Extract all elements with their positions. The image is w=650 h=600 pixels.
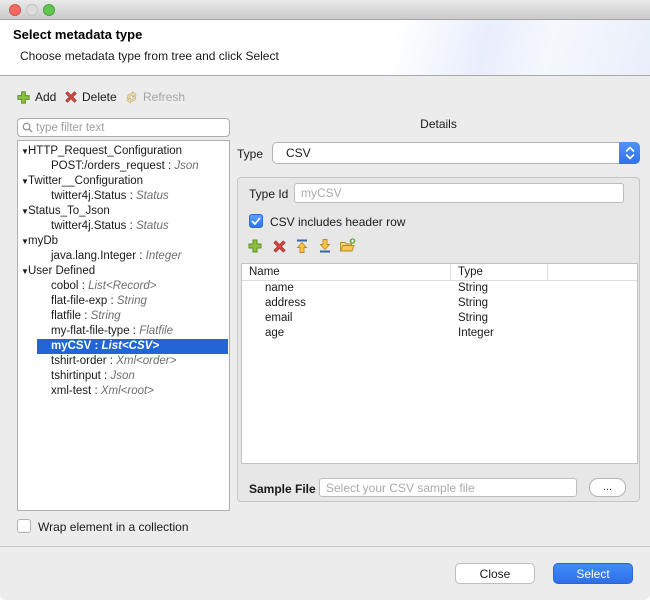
- disclosure-triangle-icon[interactable]: ▼: [20, 204, 30, 219]
- field-name-cell: address: [242, 296, 450, 311]
- sample-file-input[interactable]: [319, 478, 577, 497]
- delete-button-label: Delete: [82, 90, 117, 104]
- wrap-collection-checkbox[interactable]: [17, 519, 31, 533]
- filter-field: [17, 118, 230, 137]
- move-top-icon: [294, 238, 310, 254]
- wrap-collection-label: Wrap element in a collection: [38, 520, 189, 534]
- select-button[interactable]: Select: [553, 563, 633, 584]
- tree-item[interactable]: ▼xml-test : Xml<root>: [18, 384, 229, 399]
- dialog-header: Select metadata type Choose metadata typ…: [0, 20, 650, 76]
- fields-table-header: Name Type: [242, 264, 637, 281]
- move-field-up-button[interactable]: [293, 237, 311, 255]
- field-name-cell: age: [242, 326, 450, 341]
- column-header-name[interactable]: Name: [242, 266, 450, 278]
- titlebar: [0, 0, 650, 20]
- tree-item[interactable]: ▼cobol : List<Record>: [18, 279, 229, 294]
- type-id-input[interactable]: [294, 183, 624, 203]
- browse-button[interactable]: ...: [589, 478, 626, 497]
- refresh-button-disabled[interactable]: Refresh: [124, 88, 185, 106]
- type-id-label: Type Id: [249, 187, 288, 201]
- tree-item[interactable]: ▼HTTP_Request_Configuration :: [18, 144, 229, 159]
- tree-item[interactable]: ▼java.lang.Integer : Integer: [18, 249, 229, 264]
- disclosure-triangle-icon[interactable]: ▼: [20, 144, 30, 159]
- disclosure-triangle-icon[interactable]: ▼: [20, 264, 30, 279]
- tree-item[interactable]: ▼Status_To_Json :: [18, 204, 229, 219]
- type-label: Type: [237, 147, 263, 161]
- csv-details-groupbox: Type Id CSV includes header row: [237, 177, 640, 502]
- close-button[interactable]: Close: [455, 563, 535, 584]
- type-combobox[interactable]: CSV: [272, 142, 640, 164]
- add-field-button[interactable]: [246, 237, 264, 255]
- search-icon: [22, 122, 33, 133]
- close-window-button[interactable]: [9, 4, 21, 16]
- disclosure-triangle-icon[interactable]: ▼: [20, 234, 30, 249]
- field-name-cell: email: [242, 311, 450, 326]
- table-row[interactable]: name String: [242, 281, 637, 296]
- column-header-type[interactable]: Type: [450, 264, 547, 280]
- tree-item[interactable]: ▼User Defined :: [18, 264, 229, 279]
- check-icon: [250, 215, 262, 227]
- add-icon: [247, 238, 263, 254]
- tree-item[interactable]: ▼flat-file-exp : String: [18, 294, 229, 309]
- tree-item[interactable]: ▼tshirt-order : Xml<order>: [18, 354, 229, 369]
- refresh-icon: [124, 90, 139, 105]
- delete-icon: [64, 90, 78, 104]
- move-field-down-button[interactable]: [316, 237, 334, 255]
- zoom-window-button[interactable]: [43, 4, 55, 16]
- tree-item[interactable]: ▼tshirtinput : Json: [18, 369, 229, 384]
- csv-header-row-label: CSV includes header row: [270, 215, 405, 229]
- refresh-button-label: Refresh: [143, 90, 185, 104]
- fields-table-body: name String address String email String …: [242, 281, 637, 341]
- field-name-cell: name: [242, 281, 450, 296]
- field-type-cell: String: [450, 296, 547, 311]
- tree-item[interactable]: ▼POST:/orders_request : Json: [18, 159, 229, 174]
- delete-icon: [272, 239, 287, 254]
- field-type-cell: String: [450, 281, 547, 296]
- add-button-label: Add: [35, 90, 56, 104]
- metadata-tree[interactable]: ▼HTTP_Request_Configuration : ▼POST:/ord…: [17, 140, 230, 511]
- disclosure-triangle-icon[interactable]: ▼: [20, 174, 30, 189]
- chevron-up-down-icon: [624, 145, 636, 161]
- column-header-extra: [547, 264, 637, 280]
- footer-separator: [0, 546, 650, 547]
- type-combobox-value: CSV: [273, 146, 311, 160]
- folder-plus-icon: [339, 238, 356, 254]
- details-title: Details: [237, 117, 640, 131]
- table-row[interactable]: age Integer: [242, 326, 637, 341]
- field-type-cell: String: [450, 311, 547, 326]
- filter-input[interactable]: [36, 122, 225, 134]
- fields-table: Name Type name String address String ema…: [241, 263, 638, 464]
- table-row[interactable]: email String: [242, 311, 637, 326]
- dialog-subtitle: Choose metadata type from tree and click…: [20, 49, 279, 63]
- tree-item[interactable]: ▼myDb :: [18, 234, 229, 249]
- tree-item[interactable]: ▼myCSV : List<CSV>: [18, 339, 229, 354]
- add-icon: [16, 90, 31, 105]
- import-sample-button[interactable]: [338, 237, 356, 255]
- sample-file-label: Sample File: [249, 482, 316, 496]
- delete-button[interactable]: Delete: [64, 88, 117, 106]
- tree-item[interactable]: ▼twitter4j.Status : Status: [18, 219, 229, 234]
- field-type-cell: Integer: [450, 326, 547, 341]
- dialog-title: Select metadata type: [13, 27, 142, 42]
- minimize-window-button[interactable]: [26, 4, 38, 16]
- csv-header-row-checkbox[interactable]: [249, 214, 263, 228]
- tree-item[interactable]: ▼twitter4j.Status : Status: [18, 189, 229, 204]
- tree-item[interactable]: ▼Twitter__Configuration :: [18, 174, 229, 189]
- combobox-stepper[interactable]: [619, 142, 640, 164]
- delete-field-button[interactable]: [270, 237, 288, 255]
- move-bottom-icon: [317, 238, 333, 254]
- add-button[interactable]: Add: [16, 88, 56, 106]
- tree-item[interactable]: ▼my-flat-file-type : Flatfile: [18, 324, 229, 339]
- select-metadata-dialog: Select metadata type Choose metadata typ…: [0, 0, 650, 600]
- tree-item[interactable]: ▼flatfile : String: [18, 309, 229, 324]
- table-row[interactable]: address String: [242, 296, 637, 311]
